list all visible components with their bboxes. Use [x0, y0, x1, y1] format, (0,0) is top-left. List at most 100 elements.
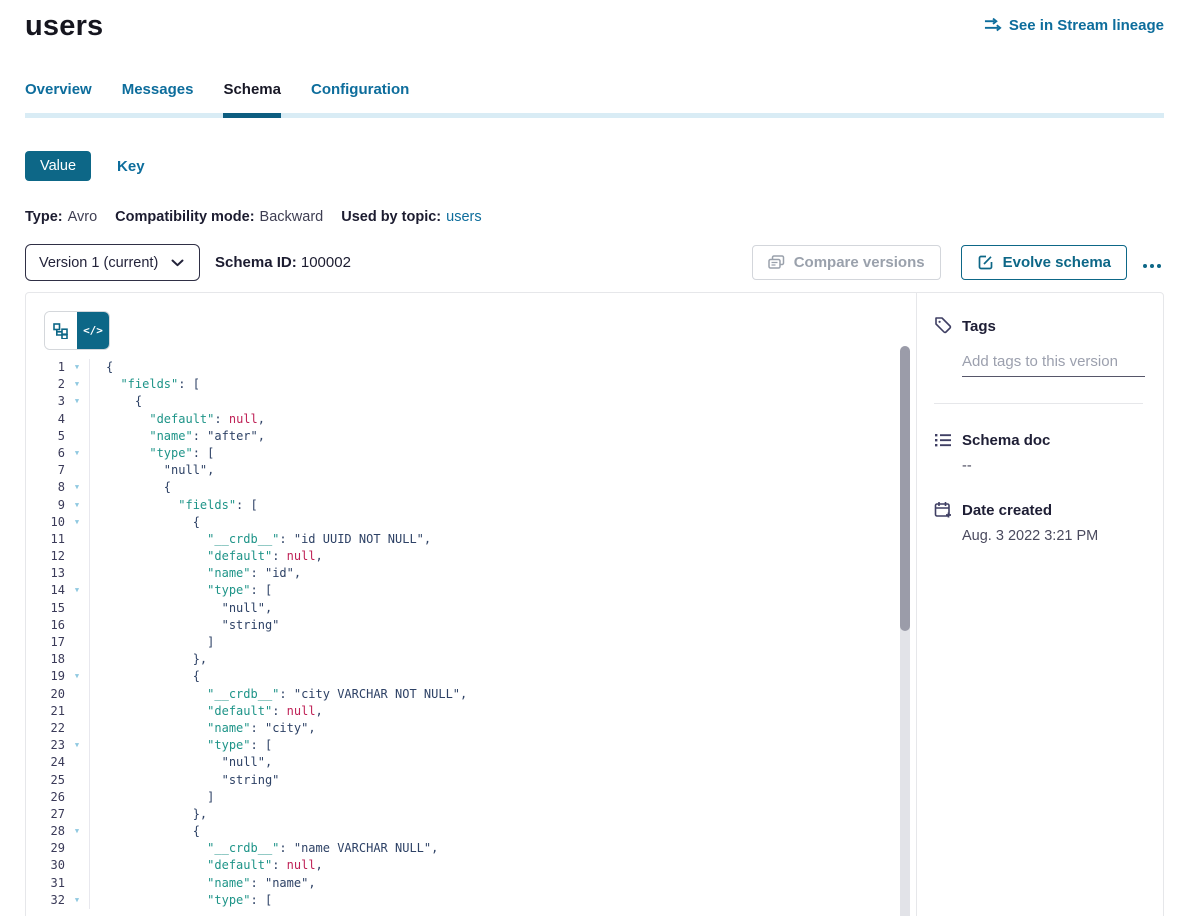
fold-spacer	[65, 789, 89, 806]
code-text: "name": "city",	[89, 720, 316, 737]
code-line: 15 "null",	[26, 600, 916, 617]
scrollbar-thumb[interactable]	[900, 346, 910, 631]
fold-toggle-icon[interactable]: ▼	[65, 582, 89, 599]
add-tags-input[interactable]	[962, 351, 1145, 377]
stream-lineage-link[interactable]: See in Stream lineage	[984, 16, 1164, 34]
compatibility-label: Compatibility mode:	[115, 209, 254, 225]
fold-toggle-icon[interactable]: ▼	[65, 892, 89, 909]
line-number: 21	[26, 703, 65, 720]
tab-messages[interactable]: Messages	[122, 81, 194, 118]
code-line: 32▼ "type": [	[26, 892, 916, 909]
tab-configuration[interactable]: Configuration	[311, 81, 409, 118]
code-line: 22 "name": "city",	[26, 720, 916, 737]
fold-toggle-icon[interactable]: ▼	[65, 668, 89, 685]
fold-spacer	[65, 857, 89, 874]
fold-toggle-icon[interactable]: ▼	[65, 376, 89, 393]
code-line: 19▼ {	[26, 668, 916, 685]
code-text: "type": [	[89, 892, 272, 909]
schema-id-value: 100002	[301, 254, 351, 271]
line-number: 7	[26, 462, 65, 479]
line-number: 11	[26, 531, 65, 548]
fold-toggle-icon[interactable]: ▼	[65, 514, 89, 531]
line-number: 3	[26, 393, 65, 410]
fold-toggle-icon[interactable]: ▼	[65, 497, 89, 514]
fold-spacer	[65, 462, 89, 479]
calendar-add-icon	[934, 501, 952, 519]
code-line: 27 },	[26, 806, 916, 823]
evolve-schema-button[interactable]: Evolve schema	[961, 245, 1127, 280]
code-text: {	[89, 823, 200, 840]
date-created-section: Date created Aug. 3 2022 3:21 PM	[934, 501, 1147, 544]
fold-toggle-icon[interactable]: ▼	[65, 359, 89, 376]
tree-view-button[interactable]	[45, 312, 77, 349]
code-line: 10▼ {	[26, 514, 916, 531]
code-text: "null",	[89, 600, 272, 617]
code-text: ]	[89, 634, 214, 651]
code-line: 4 "default": null,	[26, 411, 916, 428]
code-line: 23▼ "type": [	[26, 737, 916, 754]
code-view-button[interactable]: </>	[77, 312, 109, 349]
tab-overview[interactable]: Overview	[25, 81, 92, 118]
code-text: "name": "name",	[89, 875, 316, 892]
code-text: ]	[89, 789, 214, 806]
line-number: 31	[26, 875, 65, 892]
stream-lineage-icon	[984, 16, 1002, 34]
fold-spacer	[65, 634, 89, 651]
line-number: 13	[26, 565, 65, 582]
line-number: 30	[26, 857, 65, 874]
fold-toggle-icon[interactable]: ▼	[65, 393, 89, 410]
code-line: 5 "name": "after",	[26, 428, 916, 445]
line-number: 20	[26, 686, 65, 703]
tab-schema[interactable]: Schema	[223, 81, 281, 118]
fold-spacer	[65, 651, 89, 668]
code-area: 1▼{2▼ "fields": [3▼ {4 "default": null,5…	[26, 359, 916, 909]
line-number: 12	[26, 548, 65, 565]
key-tab-button[interactable]: Key	[117, 158, 145, 175]
fold-spacer	[65, 617, 89, 634]
fold-toggle-icon[interactable]: ▼	[65, 823, 89, 840]
code-text: "name": "after",	[89, 428, 265, 445]
fold-spacer	[65, 565, 89, 582]
fold-spacer	[65, 875, 89, 892]
compare-versions-button[interactable]: Compare versions	[752, 245, 941, 280]
code-text: "default": null,	[89, 857, 323, 874]
line-number: 28	[26, 823, 65, 840]
code-line: 7 "null",	[26, 462, 916, 479]
version-select[interactable]: Version 1 (current)	[25, 244, 200, 281]
line-number: 2	[26, 376, 65, 393]
editor-toolbar: </>	[26, 293, 916, 350]
code-line: 9▼ "fields": [	[26, 497, 916, 514]
more-options-button[interactable]	[1139, 253, 1164, 272]
code-line: 24 "null",	[26, 754, 916, 771]
fold-spacer	[65, 428, 89, 445]
code-text: "fields": [	[89, 376, 200, 393]
type-label: Type:	[25, 209, 63, 225]
code-line: 20 "__crdb__": "city VARCHAR NOT NULL",	[26, 686, 916, 703]
compatibility-value: Backward	[260, 209, 324, 225]
line-number: 9	[26, 497, 65, 514]
stream-lineage-label: See in Stream lineage	[1009, 17, 1164, 34]
used-by-topic-link[interactable]: users	[446, 209, 481, 225]
editor-scrollbar[interactable]	[900, 346, 910, 916]
fold-spacer	[65, 720, 89, 737]
fold-spacer	[65, 754, 89, 771]
schema-doc-section: Schema doc --	[934, 431, 1147, 474]
code-line: 18 },	[26, 651, 916, 668]
version-select-value: Version 1 (current)	[39, 255, 158, 271]
fold-toggle-icon[interactable]: ▼	[65, 737, 89, 754]
code-text: "null",	[89, 754, 272, 771]
line-number: 19	[26, 668, 65, 685]
code-line: 26 ]	[26, 789, 916, 806]
code-line: 28▼ {	[26, 823, 916, 840]
code-text: "__crdb__": "id UUID NOT NULL",	[89, 531, 431, 548]
code-text: {	[89, 479, 171, 496]
line-number: 8	[26, 479, 65, 496]
value-tab-button[interactable]: Value	[25, 151, 91, 181]
code-text: "type": [	[89, 445, 214, 462]
fold-toggle-icon[interactable]: ▼	[65, 445, 89, 462]
code-text: "string"	[89, 617, 279, 634]
fold-toggle-icon[interactable]: ▼	[65, 479, 89, 496]
code-text: {	[89, 393, 142, 410]
page-title: users	[25, 10, 103, 43]
fold-spacer	[65, 411, 89, 428]
